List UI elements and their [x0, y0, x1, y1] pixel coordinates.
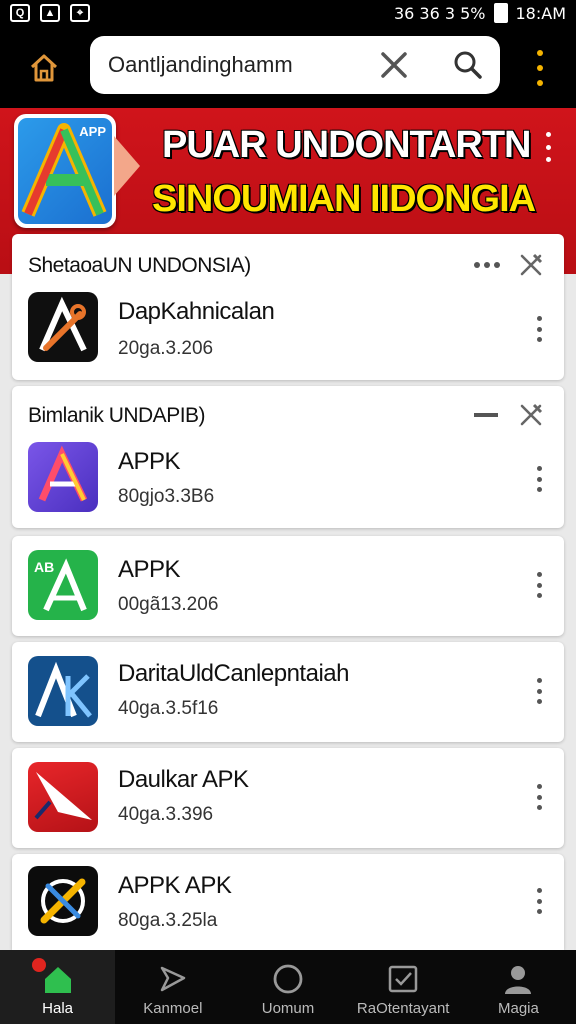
app-meta: 00gã13.206 — [118, 594, 219, 615]
status-bar: Q ▲ ⌖ 36 36 3 5% 18:AM — [0, 0, 576, 26]
bottom-nav: Hala Kanmoel Uomum RaOtentayant Magia — [0, 950, 576, 1024]
app-name: DapKahnicalan — [118, 298, 275, 325]
battery-icon — [493, 3, 508, 23]
black-wrench-logo-icon — [28, 866, 98, 936]
pin-icon[interactable] — [518, 402, 544, 428]
item-menu-icon[interactable] — [535, 678, 543, 704]
nav-label: RaOtentayant — [356, 1000, 450, 1017]
banner-app-logo: APP — [14, 114, 116, 228]
status-time: 18:AM — [515, 3, 567, 23]
app-card[interactable]: DaritaUldCanlepntaiah 40ga.3.5f16 — [12, 642, 564, 742]
purple-a-logo-icon — [28, 442, 98, 512]
app-name: Daulkar APK — [118, 766, 249, 793]
black-a-tools-icon — [28, 292, 98, 362]
blue-ak-logo-icon — [28, 656, 98, 726]
home-icon — [30, 54, 58, 82]
image-icon: ▲ — [40, 4, 60, 22]
banner-logo-label: APP — [79, 124, 106, 139]
checkbox-icon — [388, 965, 418, 993]
item-menu-icon[interactable] — [535, 784, 543, 810]
section-title: Bimlanik UNDAPIB) — [28, 404, 206, 427]
nav-label: Kanmoel — [143, 1000, 203, 1017]
section-title: ShetaoaUN UNDONSIA) — [28, 254, 251, 277]
item-menu-icon[interactable] — [535, 316, 543, 342]
notification-badge — [32, 958, 46, 972]
overflow-menu-icon[interactable] — [530, 50, 550, 86]
section-card-2: Bimlanik UNDAPIB) APPK 80gjo3.3B6 — [12, 386, 564, 528]
more-icon[interactable] — [474, 262, 500, 268]
app-meta: 40ga.3.5f16 — [118, 698, 219, 719]
section-card-1: ShetaoaUN UNDONSIA) DapKahnicalan 20ga.3… — [12, 234, 564, 380]
nav-item-send[interactable]: Kanmoel — [115, 950, 230, 1024]
pin-icon[interactable] — [518, 252, 544, 278]
photo-icon: Q — [10, 4, 30, 22]
profile-icon — [505, 966, 532, 994]
nav-label: Uomum — [261, 1000, 315, 1017]
search-input[interactable]: Oantljandinghamm — [90, 36, 500, 94]
nav-item-circle[interactable]: Uomum — [230, 950, 345, 1024]
nav-item-checkbox[interactable]: RaOtentayant — [346, 950, 461, 1024]
home-icon — [44, 967, 71, 993]
app-meta: 40ga.3.396 — [118, 804, 214, 825]
banner-arrow-shape — [114, 136, 140, 196]
send-icon — [160, 966, 186, 992]
app-name: APPK APK — [118, 872, 232, 899]
app-name: APPK — [118, 448, 181, 475]
app-card[interactable]: AB APPK 00gã13.206 — [12, 536, 564, 636]
nav-label: Magia — [497, 1000, 539, 1017]
banner-title-line1: PUAR UNDONTARTN — [162, 124, 531, 166]
search-text: Oantljandinghamm — [108, 52, 293, 77]
close-icon[interactable] — [378, 49, 410, 81]
banner-menu-icon[interactable] — [540, 132, 556, 162]
banner-title-line2: SINOUMIAN IIDONGIA — [152, 178, 536, 220]
item-menu-icon[interactable] — [535, 466, 543, 492]
app-card[interactable]: APPK APK 80ga.3.25la — [12, 854, 564, 950]
status-text: 36 36 3 5% — [393, 3, 486, 23]
red-arrow-logo-icon — [28, 762, 98, 832]
app-meta: 20ga.3.206 — [118, 338, 214, 359]
nav-label: Hala — [42, 1000, 74, 1017]
green-ab-logo-icon: AB — [28, 550, 98, 620]
svg-text:AB: AB — [34, 559, 54, 575]
app-meta: 80gjo3.3B6 — [118, 486, 215, 507]
app-icon: ⌖ — [70, 4, 90, 22]
item-menu-icon[interactable] — [535, 888, 543, 914]
item-menu-icon[interactable] — [535, 572, 543, 598]
app-meta: 80ga.3.25la — [118, 910, 218, 931]
circle-icon — [273, 964, 303, 994]
home-button[interactable] — [24, 48, 64, 88]
nav-item-home[interactable]: Hala — [0, 950, 116, 1024]
nav-item-profile[interactable]: Magia — [461, 950, 576, 1024]
app-card[interactable]: Daulkar APK 40ga.3.396 — [12, 748, 564, 848]
top-bar: Oantljandinghamm — [0, 26, 576, 108]
collapse-icon[interactable] — [474, 413, 498, 417]
app-name: DaritaUldCanlepntaiah — [118, 660, 349, 687]
search-icon[interactable] — [452, 49, 484, 81]
app-name: APPK — [118, 556, 181, 583]
